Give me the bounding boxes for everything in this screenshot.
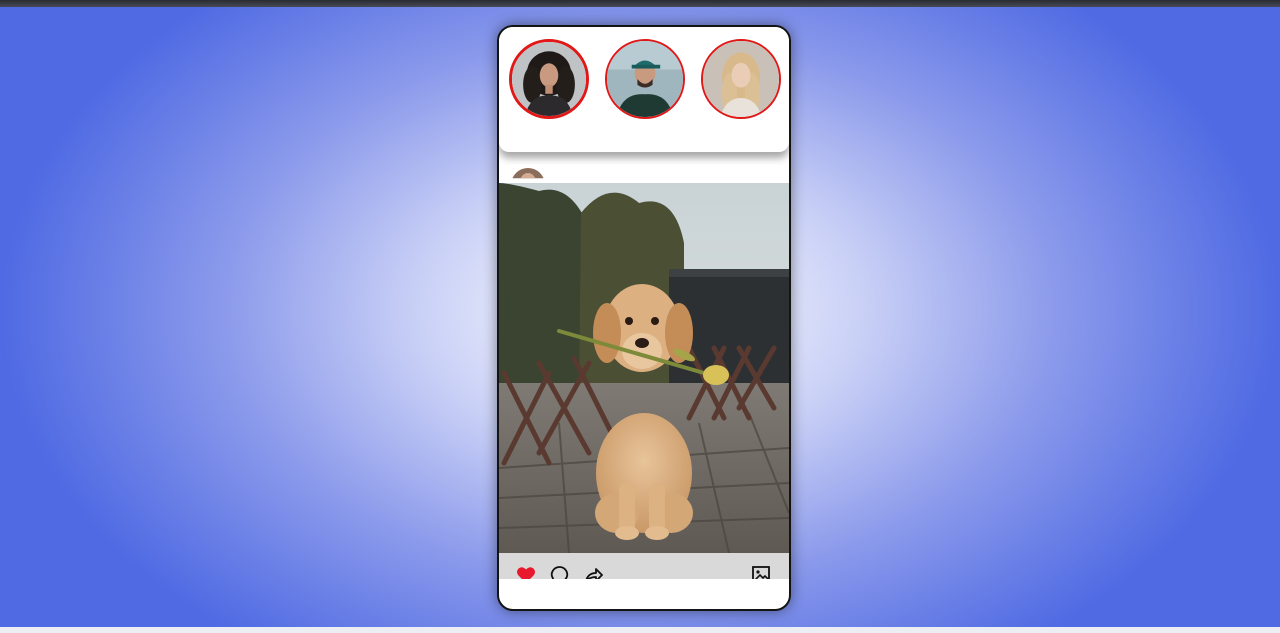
man-cap-avatar-icon [607,41,683,117]
stories-bar [499,27,789,152]
browser-bottom-bar [0,627,1280,633]
post-image-dog[interactable] [499,183,789,553]
browser-top-bar [0,0,1280,7]
like-button[interactable] [516,565,536,579]
woman-blonde-avatar-icon [703,41,779,117]
story-avatar-woman-blonde[interactable] [701,39,781,119]
post-actions-bar [499,553,789,579]
story-avatar-woman-curly-hair[interactable] [509,39,589,119]
phone-frame [497,25,791,611]
save-image-icon [752,566,770,579]
woman-curly-hair-avatar-icon [512,42,586,116]
share-icon [585,568,603,579]
comment-icon [550,566,569,579]
story-avatar-man-cap[interactable] [605,39,685,119]
save-image-button[interactable] [751,565,771,579]
share-button[interactable] [584,565,604,579]
post-header [499,152,789,183]
comment-button[interactable] [550,565,570,579]
heart-icon [517,567,535,579]
golden-retriever-puppy-image [499,183,789,553]
